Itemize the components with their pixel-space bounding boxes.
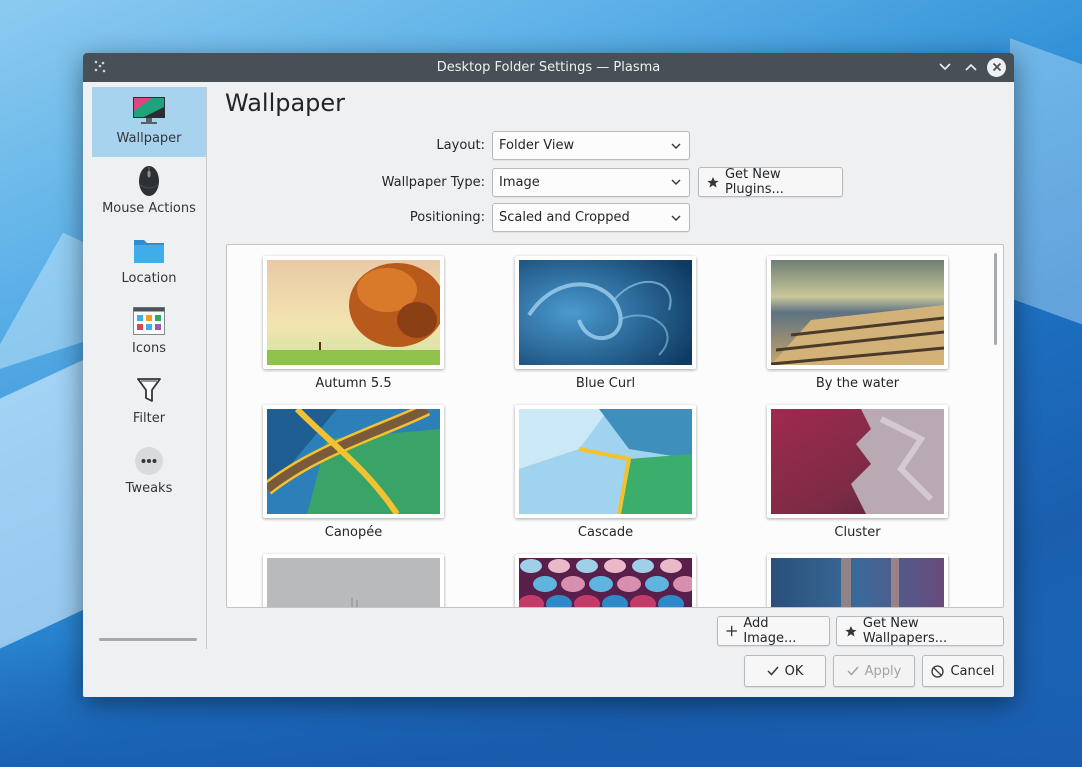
layout-row: Layout: Folder View <box>333 131 690 160</box>
sidebar-item-tweaks[interactable]: Tweaks <box>92 437 206 507</box>
title-bar[interactable]: Desktop Folder Settings — Plasma <box>83 53 1014 82</box>
wallpaper-type-combo[interactable]: Image <box>492 167 690 197</box>
wallpaper-thumbnail <box>515 405 696 518</box>
get-new-wallpapers-button[interactable]: Get New Wallpapers... <box>836 616 1004 646</box>
sidebar-item-label: Tweaks <box>125 481 173 496</box>
wallpaper-type-label: Wallpaper Type: <box>381 174 485 190</box>
gallery-scrollbar[interactable] <box>994 253 997 345</box>
ok-label: OK <box>784 663 804 679</box>
category-sidebar: Wallpaper Mouse Actions Location Icons F… <box>92 87 207 649</box>
wallpaper-tile[interactable]: Cascade <box>515 405 696 540</box>
sidebar-item-label: Mouse Actions <box>102 201 196 216</box>
wallpaper-gallery[interactable]: Autumn 5.5 Blue Curl By the water Canopé… <box>226 244 1004 608</box>
add-image-label: Add Image... <box>743 616 797 646</box>
positioning-label: Positioning: <box>409 210 485 225</box>
wallpaper-thumbnail <box>515 554 697 607</box>
wallpaper-name: Autumn 5.5 <box>315 376 392 391</box>
sidebar-item-label: Wallpaper <box>116 131 182 146</box>
sidebar-item-icons[interactable]: Icons <box>92 297 206 367</box>
sidebar-scrollbar[interactable] <box>99 638 197 641</box>
icons-grid-icon <box>131 303 167 339</box>
wallpaper-name: Cluster <box>834 525 881 540</box>
wallpaper-tile[interactable]: Canopée <box>262 402 444 540</box>
wallpaper-name: Canopée <box>324 525 383 540</box>
get-new-wallpapers-label: Get New Wallpapers... <box>862 616 948 646</box>
wallpaper-thumbnail <box>263 256 445 369</box>
wallpaper-tile[interactable]: Cluster <box>767 405 948 540</box>
sidebar-item-label: Location <box>121 271 177 286</box>
cancel-button[interactable]: Cancel <box>922 655 1004 687</box>
wallpaper-tile[interactable]: Blue Curl <box>515 256 696 391</box>
window-title: Desktop Folder Settings — Plasma <box>436 60 661 75</box>
chevron-down-icon <box>671 143 681 149</box>
minimize-button[interactable] <box>935 57 955 77</box>
wallpaper-tile[interactable] <box>263 554 444 607</box>
mouse-icon <box>131 163 167 199</box>
page-title: Wallpaper <box>225 89 346 117</box>
wallpaper-tile[interactable] <box>767 554 948 607</box>
wallpaper-tile[interactable]: By the water <box>767 256 948 391</box>
monitor-icon <box>131 93 167 129</box>
chevron-down-icon <box>939 63 951 71</box>
folder-icon <box>131 233 167 269</box>
chevron-down-icon <box>671 215 681 221</box>
check-icon <box>767 666 779 676</box>
ok-button[interactable]: OK <box>744 655 826 687</box>
chevron-down-icon <box>671 179 681 185</box>
wallpaper-thumbnail <box>767 256 948 369</box>
wallpaper-type-value: Image <box>499 174 540 190</box>
sidebar-item-label: Filter <box>132 411 166 426</box>
more-icon <box>131 443 167 479</box>
wallpaper-thumbnail <box>263 554 444 607</box>
filter-icon <box>131 373 167 409</box>
close-button[interactable] <box>987 57 1006 77</box>
cancel-label: Cancel <box>950 663 995 679</box>
window-menu-icon[interactable] <box>92 59 108 75</box>
wallpaper-name: Blue Curl <box>575 376 636 391</box>
positioning-row: Positioning: Scaled and Cropped <box>333 203 690 232</box>
positioning-value: Scaled and Cropped <box>499 210 630 225</box>
wallpaper-type-row: Wallpaper Type: Image Get New Plugins... <box>333 167 843 197</box>
cancel-icon <box>931 664 945 678</box>
add-image-button[interactable]: Add Image... <box>717 616 830 646</box>
get-new-plugins-button[interactable]: Get New Plugins... <box>698 167 843 197</box>
wallpaper-tile[interactable]: Autumn 5.5 <box>263 256 445 391</box>
maximize-button[interactable] <box>961 57 981 77</box>
sidebar-item-filter[interactable]: Filter <box>92 367 206 437</box>
sidebar-item-wallpaper[interactable]: Wallpaper <box>92 87 206 157</box>
apply-label: Apply <box>864 663 902 679</box>
get-new-plugins-label: Get New Plugins... <box>724 167 784 197</box>
layout-combo[interactable]: Folder View <box>492 131 690 160</box>
wallpaper-name: Cascade <box>577 525 634 540</box>
wallpaper-thumbnail <box>515 256 696 369</box>
wallpaper-thumbnail <box>767 554 948 607</box>
desktop-shape <box>1010 38 1082 342</box>
plus-icon <box>726 625 737 637</box>
wallpaper-thumbnail <box>767 405 948 518</box>
wallpaper-name: By the water <box>815 376 900 391</box>
star-icon <box>845 625 857 637</box>
layout-value: Folder View <box>499 138 575 153</box>
wallpaper-thumbnail <box>262 402 444 518</box>
sidebar-item-label: Icons <box>132 341 166 356</box>
layout-label: Layout: <box>436 138 485 153</box>
star-icon <box>707 176 719 188</box>
chevron-up-icon <box>965 63 977 71</box>
sidebar-item-mouse-actions[interactable]: Mouse Actions <box>92 157 206 227</box>
sidebar-item-location[interactable]: Location <box>92 227 206 297</box>
check-icon <box>847 666 859 676</box>
positioning-combo[interactable]: Scaled and Cropped <box>492 203 690 232</box>
apply-button[interactable]: Apply <box>833 655 915 687</box>
wallpaper-tile[interactable] <box>515 554 697 607</box>
settings-window: Desktop Folder Settings — Plasma Wallpap… <box>83 53 1014 697</box>
close-icon <box>992 62 1001 72</box>
